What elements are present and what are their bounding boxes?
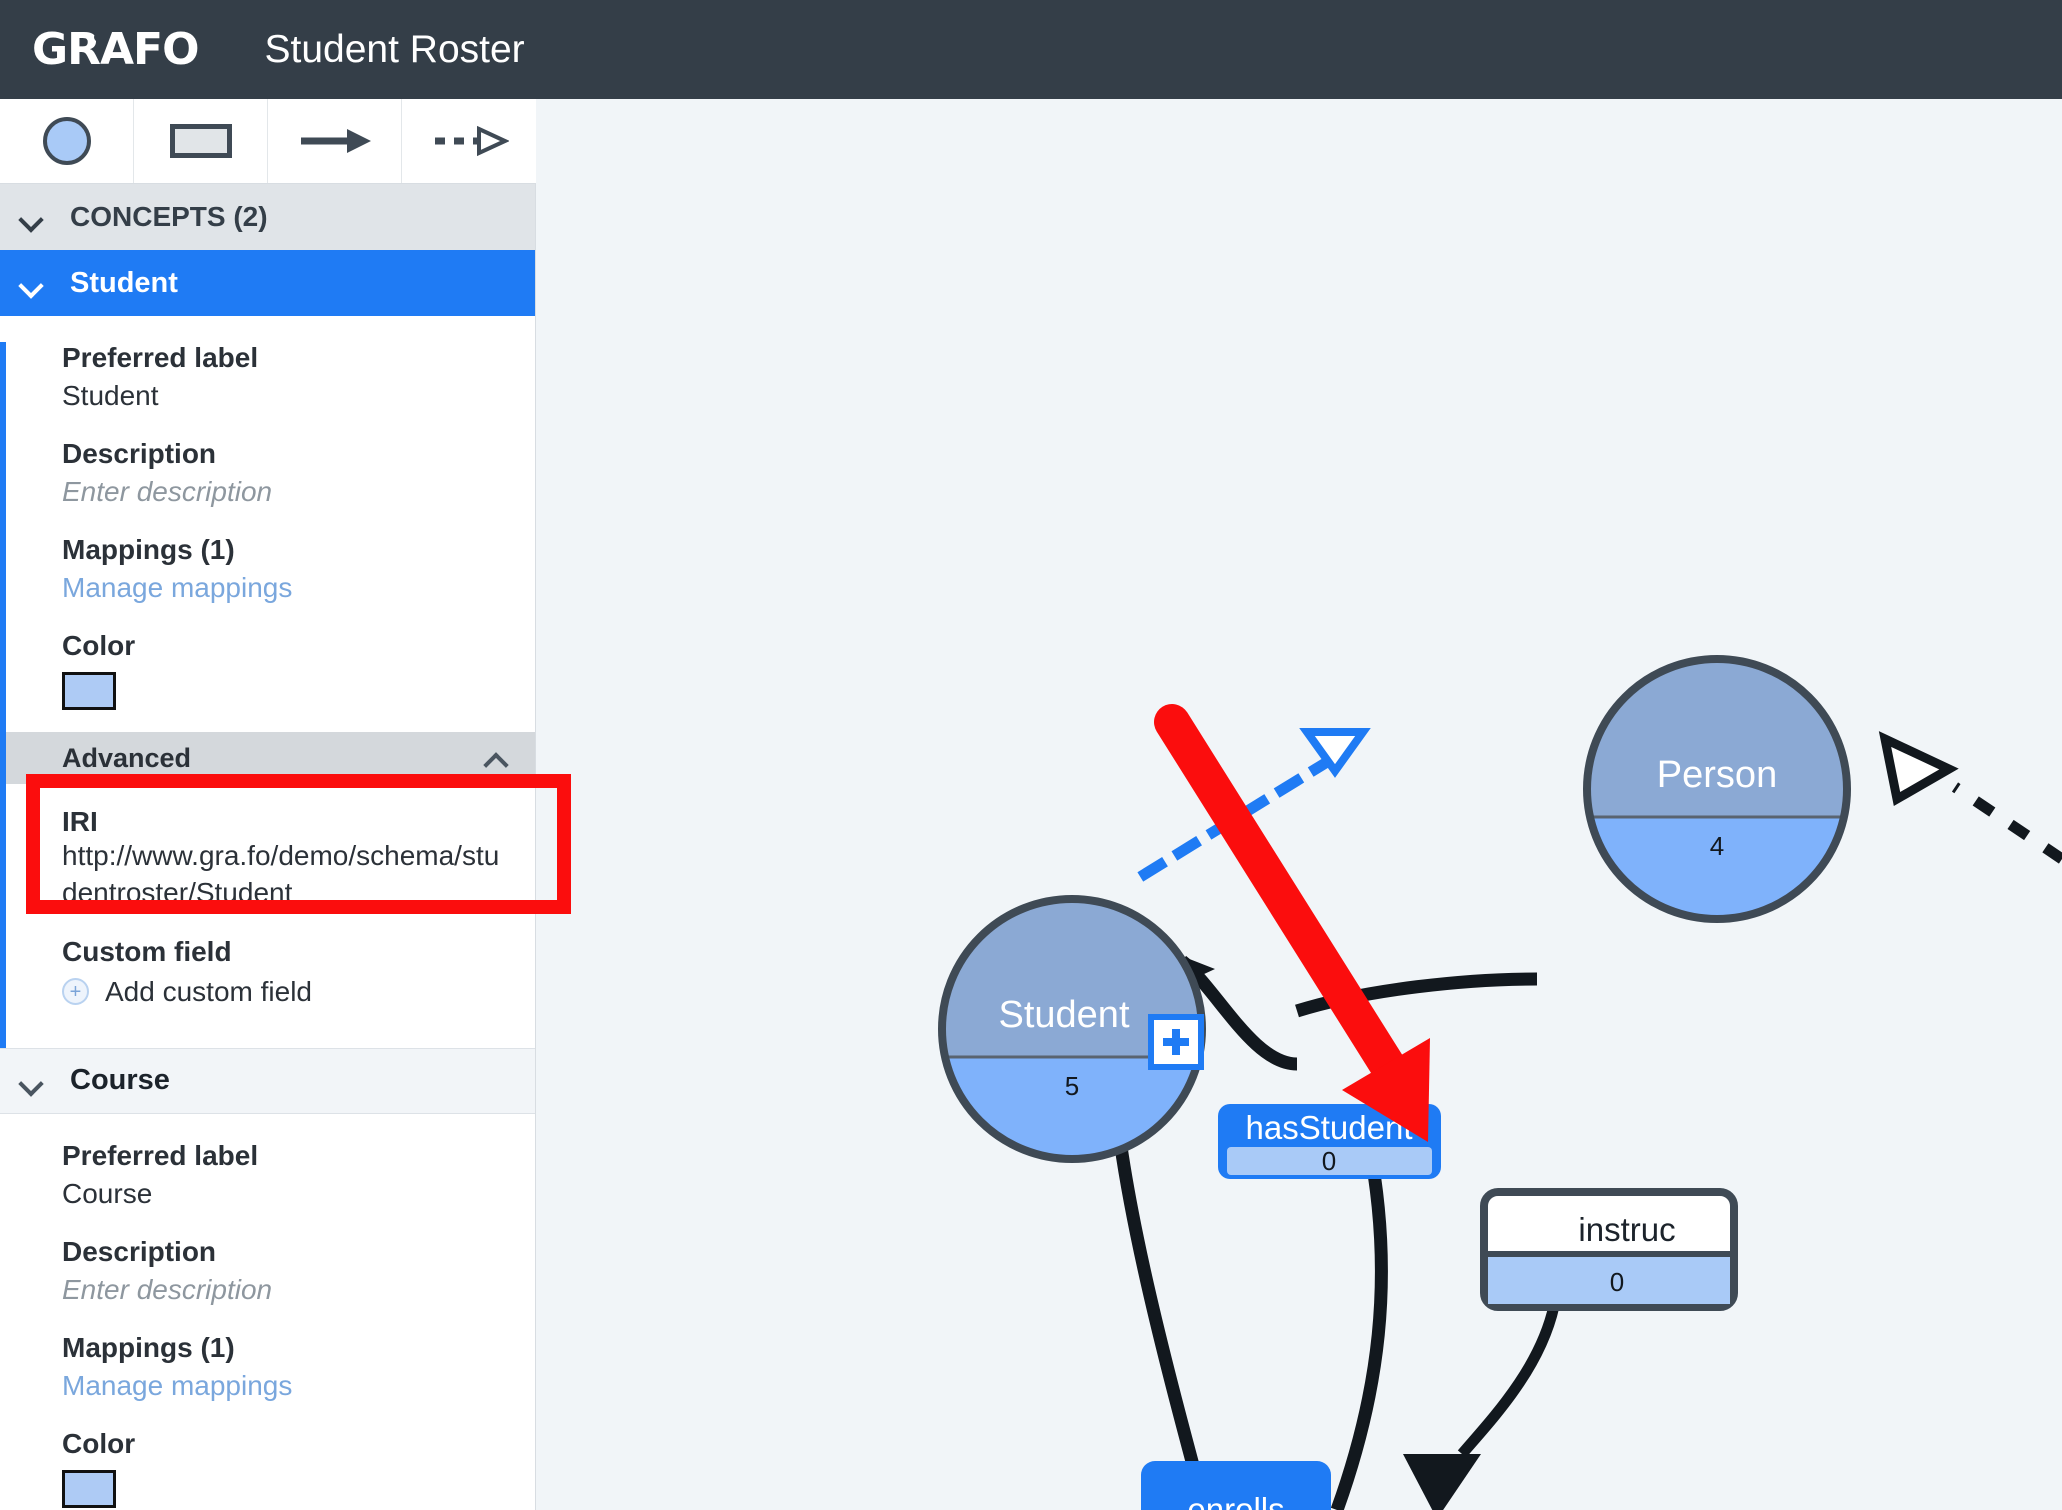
student-details-panel: Preferred label Student Description Ente…	[0, 342, 535, 1048]
preferred-label-value[interactable]: Student	[62, 380, 535, 412]
sidebar-item-course[interactable]: Course	[0, 1047, 535, 1114]
graph-relation-enrolls[interactable]: enrolls	[1141, 1461, 1331, 1510]
color-swatch[interactable]	[62, 672, 116, 710]
relation-label: hasStudent	[1246, 1109, 1413, 1146]
description-input[interactable]: Enter description	[62, 1274, 535, 1306]
node-label: Person	[1657, 754, 1777, 796]
student-iri-field: IRI http://www.gra.fo/demo/schema/studen…	[6, 806, 535, 912]
edge-person-to-hasstudent[interactable]	[1295, 972, 1538, 1018]
add-relation-button[interactable]	[1148, 1014, 1204, 1070]
edge-student-to-enrolls[interactable]	[1108, 1098, 1212, 1510]
node-count: 4	[1710, 831, 1724, 861]
chevron-up-icon	[487, 752, 509, 764]
student-advanced-toggle[interactable]: Advanced	[6, 732, 535, 784]
relation-label: enrolls	[1187, 1491, 1284, 1510]
field-title: Mappings (1)	[62, 534, 235, 565]
iri-title: IRI	[62, 806, 98, 837]
relation-count: 0	[1610, 1267, 1624, 1297]
logo-dot	[94, 32, 104, 42]
solid-arrow-icon	[300, 129, 371, 153]
student-custom-field: Custom field + Add custom field	[6, 936, 535, 1008]
course-description-field: Description Enter description	[6, 1236, 535, 1306]
field-title: Description	[62, 438, 217, 469]
course-mappings-field: Mappings (1) Manage mappings	[6, 1332, 535, 1402]
sidebar-item-student[interactable]: Student	[0, 250, 535, 316]
manage-mappings-link[interactable]: Manage mappings	[62, 1370, 535, 1402]
plus-circle-icon: +	[62, 978, 89, 1006]
student-color-field: Color	[6, 630, 535, 710]
field-title: Custom field	[62, 935, 232, 967]
field-title: Preferred label	[62, 1139, 259, 1171]
concepts-section-title: CONCEPTS (2)	[70, 201, 268, 232]
chevron-down-icon	[22, 277, 44, 289]
iri-value[interactable]: http://www.gra.fo/demo/schema/studentros…	[62, 838, 514, 912]
student-mappings-field: Mappings (1) Manage mappings	[6, 534, 535, 604]
edge-hasstudent-down[interactable]	[1330, 1132, 1388, 1510]
grafo-logo[interactable]: GRAFO	[32, 24, 200, 75]
app-header: GRAFO Student Roster	[0, 0, 2062, 99]
graph-relation-hasstudent[interactable]: hasStudent 0	[1218, 1104, 1441, 1179]
advanced-title: Advanced	[62, 742, 192, 773]
field-title: Color	[62, 630, 136, 661]
shape-toolbar	[0, 99, 536, 184]
concepts-sidebar[interactable]: CONCEPTS (2) Student Preferred label Stu…	[0, 184, 536, 1510]
edge-external-subclass-person[interactable]	[1878, 731, 2062, 864]
graph-node-person[interactable]: Person 4	[1583, 655, 1851, 927]
logo-text: GRAFO	[32, 24, 200, 75]
student-preferred-label-field: Preferred label Student	[6, 342, 535, 412]
graph-relation-instructs[interactable]: instruc 0	[1480, 1188, 1738, 1311]
subclass-tool-button[interactable]	[402, 99, 536, 183]
concept-tool-button[interactable]	[0, 99, 134, 183]
dashed-arrow-icon	[435, 125, 509, 157]
node-count: 5	[1065, 1071, 1079, 1101]
sidebar-item-label: Student	[70, 266, 178, 299]
add-custom-field-label: Add custom field	[105, 975, 312, 1007]
datatype-tool-button[interactable]	[134, 99, 268, 183]
relation-label: instruc	[1578, 1211, 1675, 1248]
add-custom-field-button[interactable]: + Add custom field	[62, 976, 535, 1008]
preferred-label-value[interactable]: Course	[62, 1178, 535, 1210]
description-input[interactable]: Enter description	[62, 476, 535, 508]
course-color-field: Color	[6, 1428, 535, 1508]
manage-mappings-link[interactable]: Manage mappings	[62, 572, 535, 604]
chevron-down-icon	[22, 1075, 44, 1087]
edge-student-subclass-person[interactable]	[1137, 728, 1371, 882]
field-title: Preferred label	[62, 342, 259, 373]
color-swatch[interactable]	[62, 1469, 116, 1508]
concepts-section-header[interactable]: CONCEPTS (2)	[0, 184, 535, 250]
course-preferred-label-field: Preferred label Course	[6, 1140, 535, 1210]
chevron-down-icon	[22, 211, 44, 223]
field-title: Color	[62, 1427, 136, 1459]
rectangle-node-icon	[169, 124, 232, 158]
relation-count: 0	[1322, 1146, 1336, 1176]
relation-tool-button[interactable]	[268, 99, 402, 183]
sidebar-item-label: Course	[70, 1064, 170, 1097]
circle-node-icon	[42, 117, 91, 165]
page-title: Student Roster	[264, 27, 525, 71]
course-details-panel: Preferred label Course Description Enter…	[0, 1139, 535, 1510]
node-label: Student	[999, 994, 1130, 1036]
field-title: Mappings (1)	[62, 1331, 235, 1363]
student-description-field: Description Enter description	[6, 438, 535, 508]
edge-instructs-down[interactable]	[1403, 1304, 1560, 1510]
graph-canvas[interactable]: Person 4 Student 5 hasStudent 0 instruc …	[537, 99, 2062, 1510]
app-root: GRAFO Student Roster CONCEPTS (2) Studen…	[0, 0, 2062, 1510]
field-title: Description	[62, 1235, 217, 1267]
